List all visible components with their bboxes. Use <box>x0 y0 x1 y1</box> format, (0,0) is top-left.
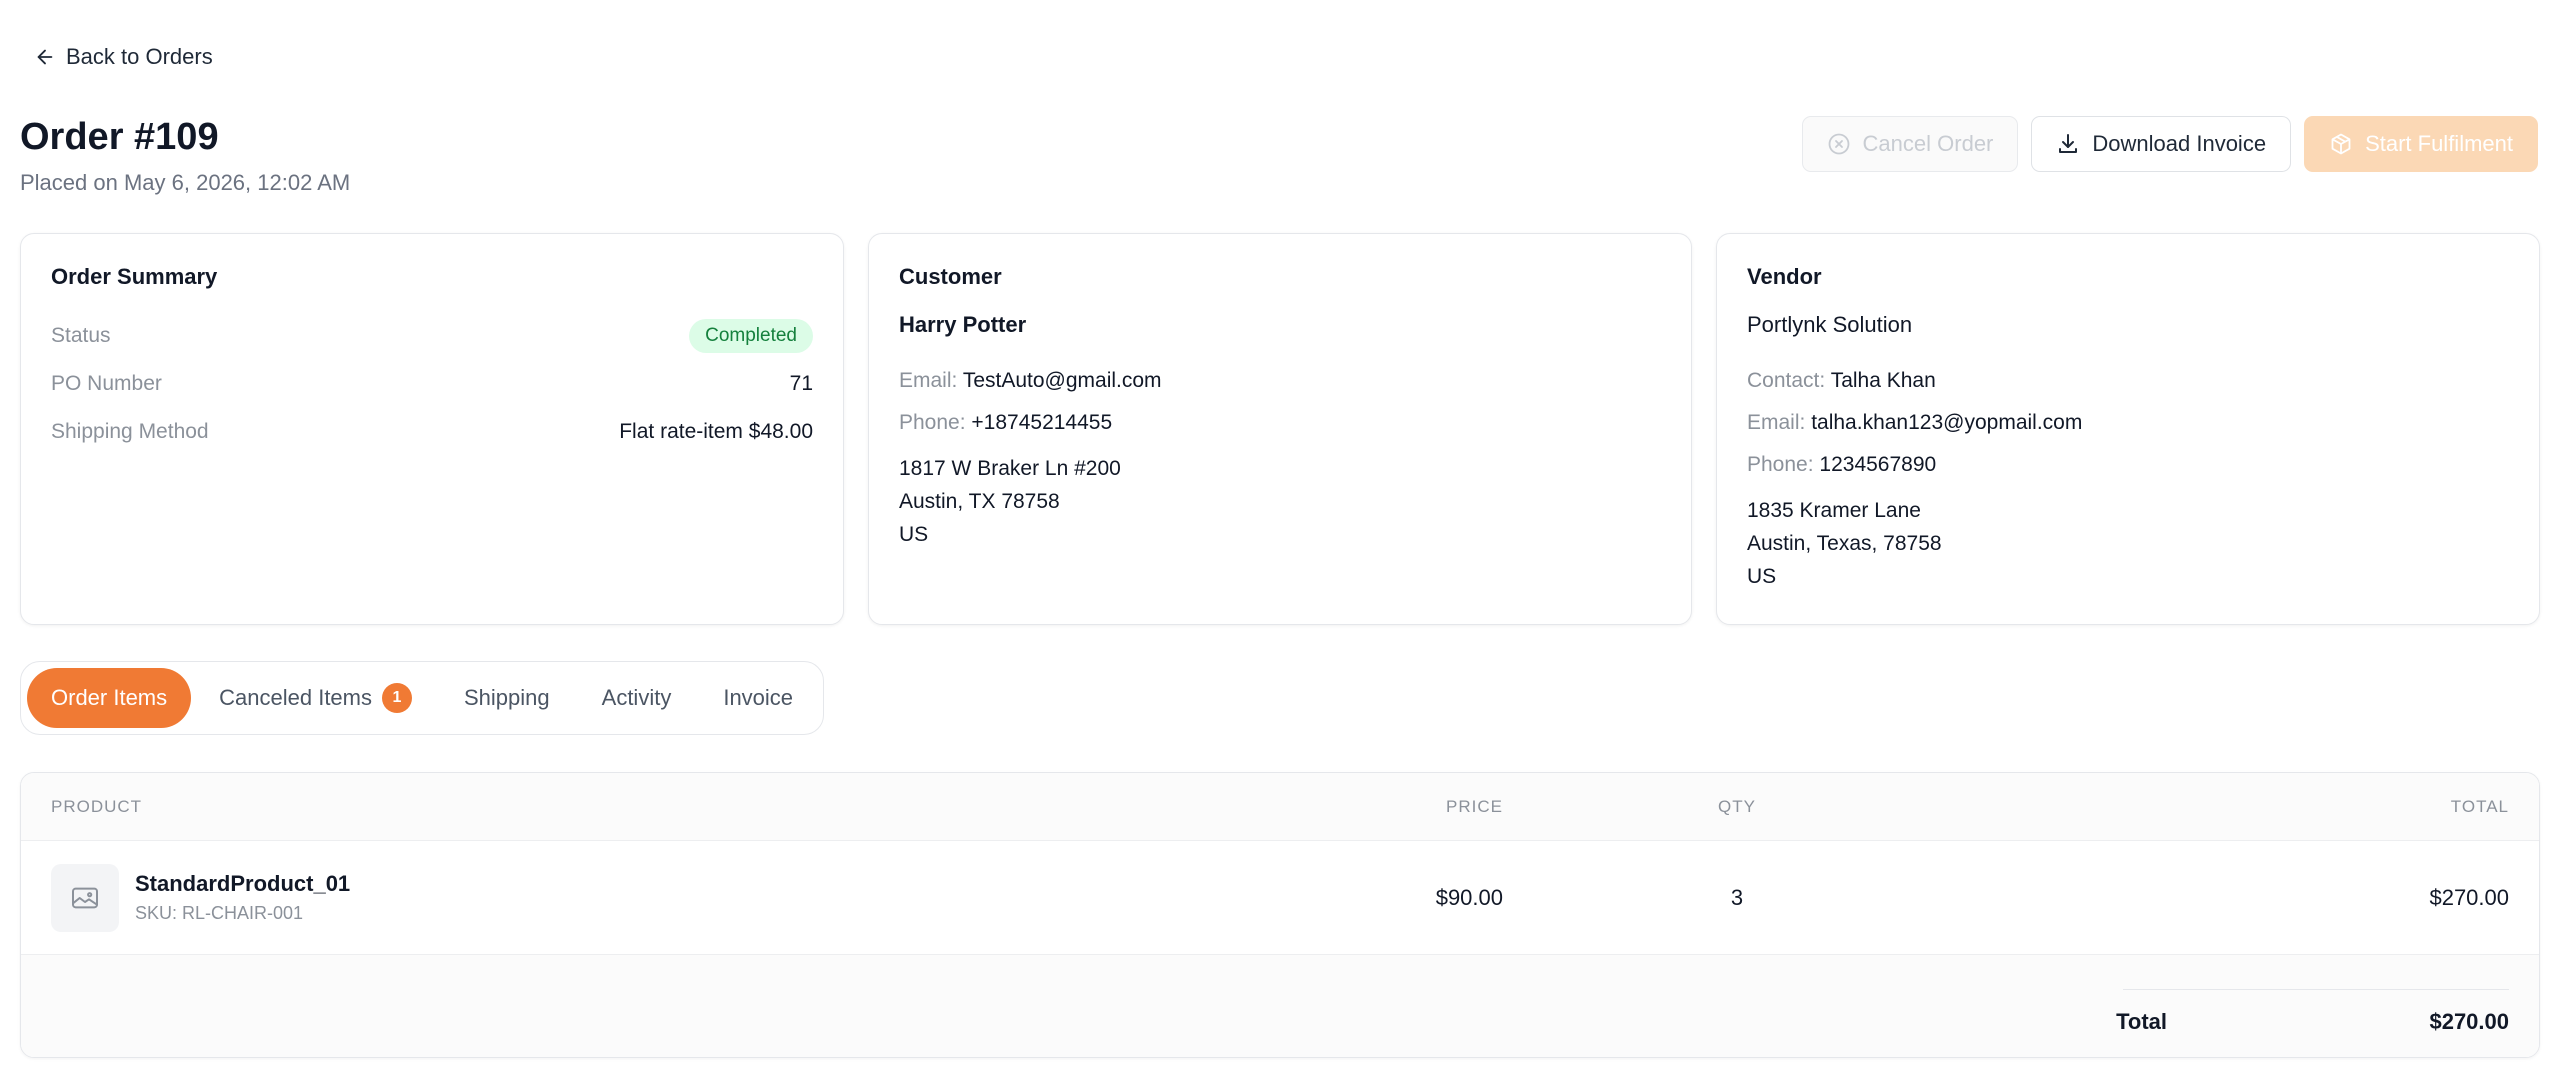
customer-phone-row: Phone: +18745214455 <box>899 402 1661 444</box>
page-title: Order #109 <box>20 116 219 158</box>
tab-order-items[interactable]: Order Items <box>27 668 192 728</box>
column-header-total: TOTAL <box>2450 797 2509 816</box>
customer-address-line3: US <box>899 523 929 546</box>
image-placeholder-icon <box>72 887 98 909</box>
cancel-order-label: Cancel Order <box>1862 131 1994 156</box>
download-icon <box>2059 134 2078 153</box>
tab-invoice[interactable]: Invoice <box>699 668 817 728</box>
download-invoice-label: Download Invoice <box>2092 131 2267 156</box>
po-number-label: PO Number <box>51 372 162 395</box>
table-footer: Total $270.00 <box>21 955 2539 1057</box>
vendor-email-row: Email: talha.khan123@yopmail.com <box>1747 402 2509 444</box>
table-row[interactable]: StandardProduct_01 SKU: RL-CHAIR-001 $90… <box>21 841 2539 955</box>
customer-email: TestAuto@gmail.com <box>962 369 1162 392</box>
column-header-qty: QTY <box>1718 797 1756 816</box>
status-badge: Completed <box>689 319 813 353</box>
customer-address: 1817 W Braker Ln #200 Austin, TX 78758 U… <box>899 452 1661 551</box>
customer-card: Customer Harry Potter Email: TestAuto@gm… <box>868 233 1692 625</box>
customer-email-row: Email: TestAuto@gmail.com <box>899 360 1661 402</box>
vendor-name: Portlynk Solution <box>1747 312 1913 337</box>
total-divider <box>2123 989 2509 990</box>
order-total-value: $270.00 <box>2429 1009 2509 1034</box>
arrow-left-icon <box>37 49 53 65</box>
back-link-label: Back to Orders <box>66 44 213 69</box>
order-actions: Cancel Order Download Invoice Start Fulf… <box>1801 116 2538 172</box>
customer-address-line2: Austin, TX 78758 <box>899 490 1060 513</box>
vendor-phone-label: Phone: <box>1747 453 1814 476</box>
vendor-contact-row: Contact: Talha Khan <box>1747 360 2509 402</box>
customer-email-label: Email: <box>899 369 958 392</box>
status-label: Status <box>51 324 111 347</box>
product-price: $90.00 <box>1435 885 1503 910</box>
order-total-label: Total <box>2116 1009 2167 1034</box>
table-header: PRODUCT PRICE QTY TOTAL <box>21 773 2539 841</box>
customer-address-line1: 1817 W Braker Ln #200 <box>899 457 1121 480</box>
po-number-value: 71 <box>789 372 813 395</box>
order-tabs: Order Items Canceled Items 1 Shipping Ac… <box>20 661 825 735</box>
column-header-price: PRICE <box>1446 797 1503 816</box>
download-invoice-button[interactable]: Download Invoice <box>2031 116 2292 172</box>
order-summary-title: Order Summary <box>51 264 218 289</box>
vendor-title: Vendor <box>1747 264 1822 289</box>
package-icon <box>2331 133 2351 155</box>
vendor-contact: Talha Khan <box>1830 369 1936 392</box>
po-number-row: PO Number 71 <box>51 360 813 408</box>
tab-activity-label: Activity <box>601 685 672 710</box>
info-cards: Order Summary Status Completed PO Number… <box>20 233 2540 625</box>
shipping-method-label: Shipping Method <box>51 420 209 443</box>
vendor-address: 1835 Kramer Lane Austin, Texas, 78758 US <box>1747 494 2509 593</box>
start-fulfilment-button[interactable]: Start Fulfilment <box>2304 116 2538 172</box>
order-summary-card: Order Summary Status Completed PO Number… <box>20 233 844 625</box>
product-sku: SKU: RL-CHAIR-001 <box>135 903 304 923</box>
customer-phone: +18745214455 <box>971 411 1113 434</box>
customer-name: Harry Potter <box>899 312 1027 337</box>
order-items-table: PRODUCT PRICE QTY TOTAL StandardProduct_… <box>20 772 2540 1058</box>
status-row: Status Completed <box>51 312 813 360</box>
start-fulfilment-label: Start Fulfilment <box>2365 131 2513 156</box>
product-thumbnail <box>51 864 119 932</box>
tab-canceled-items[interactable]: Canceled Items 1 <box>195 668 436 728</box>
column-header-product: PRODUCT <box>51 797 143 816</box>
vendor-card: Vendor Portlynk Solution Contact: Talha … <box>1716 233 2540 625</box>
vendor-contact-label: Contact: <box>1747 369 1826 392</box>
vendor-address-line1: 1835 Kramer Lane <box>1747 499 1921 522</box>
order-placed-date: Placed on May 6, 2026, 12:02 AM <box>20 170 351 195</box>
vendor-email: talha.khan123@yopmail.com <box>1811 411 2083 434</box>
customer-phone-label: Phone: <box>899 411 966 434</box>
vendor-phone: 1234567890 <box>1819 453 1937 476</box>
tab-canceled-items-label: Canceled Items <box>219 685 372 710</box>
x-circle-icon <box>1828 133 1849 155</box>
cancel-order-button[interactable]: Cancel Order <box>1801 116 2019 172</box>
vendor-address-line2: Austin, Texas, 78758 <box>1747 532 1942 555</box>
tab-order-items-label: Order Items <box>51 685 168 710</box>
tab-shipping[interactable]: Shipping <box>440 668 574 728</box>
shipping-method-value: Flat rate-item $48.00 <box>619 420 813 443</box>
product-qty: 3 <box>1730 885 1744 910</box>
tab-invoice-label: Invoice <box>723 685 794 710</box>
customer-title: Customer <box>899 264 1002 289</box>
shipping-method-row: Shipping Method Flat rate-item $48.00 <box>51 408 813 456</box>
back-to-orders-link[interactable]: Back to Orders <box>34 44 213 70</box>
order-detail-page: Back to Orders Order #109 Placed on May … <box>0 0 2558 1078</box>
product-name: StandardProduct_01 <box>135 871 351 896</box>
canceled-items-count-badge: 1 <box>382 683 412 713</box>
vendor-address-line3: US <box>1747 565 1777 588</box>
product-total: $270.00 <box>2429 885 2509 910</box>
tab-activity[interactable]: Activity <box>578 668 696 728</box>
vendor-email-label: Email: <box>1747 411 1806 434</box>
vendor-phone-row: Phone: 1234567890 <box>1747 444 2509 486</box>
tab-shipping-label: Shipping <box>464 685 550 710</box>
